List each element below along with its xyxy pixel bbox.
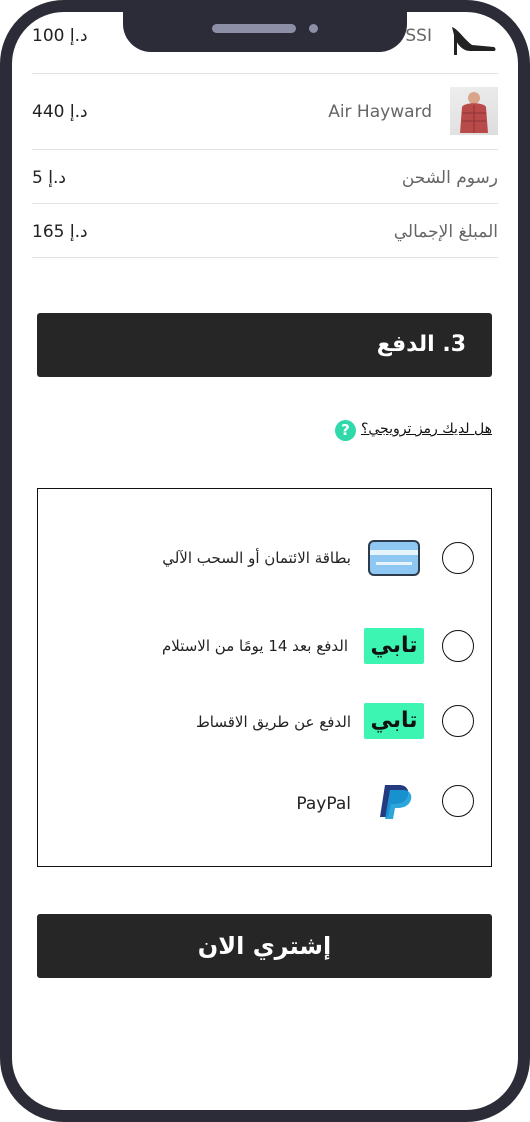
payment-section-title: 3. الدفع xyxy=(37,313,492,377)
item-name: Air Hayward xyxy=(328,102,432,122)
buy-now-button[interactable]: إشتري الان xyxy=(37,914,492,978)
tabby-logo: تابي xyxy=(364,628,424,664)
tabby-logo: تابي xyxy=(364,703,424,739)
high-heel-shoe-icon xyxy=(452,27,496,55)
credit-card-icon xyxy=(368,540,420,576)
order-item-row: 100 د.إ SSI xyxy=(32,15,498,74)
radio-tabby-pay-later[interactable] xyxy=(442,630,474,662)
item-price: 100 د.إ xyxy=(32,26,88,46)
help-icon[interactable]: ? xyxy=(335,420,356,441)
item-name: SSI xyxy=(405,26,432,46)
item-price: 440 د.إ xyxy=(32,102,88,122)
promo-code-link[interactable]: هل لديك رمز ترويجي؟ xyxy=(361,421,492,437)
jacket-thumbnail xyxy=(450,87,498,135)
total-row: 165 د.إ المبلغ الإجمالي xyxy=(32,203,498,258)
shipping-row: 5 د.إ رسوم الشحن xyxy=(32,149,498,204)
total-value: 165 د.إ xyxy=(32,222,88,242)
method-label-tabby-pay-later: الدفع بعد 14 يومًا من الاستلام xyxy=(161,637,348,655)
shipping-label: رسوم الشحن xyxy=(401,168,498,188)
total-label: المبلغ الإجمالي xyxy=(393,222,498,242)
radio-paypal[interactable] xyxy=(442,785,474,817)
payment-methods-box: بطاقة الائتمان أو السحب الآلي تابي الدفع… xyxy=(37,488,492,867)
method-label-credit-card: بطاقة الائتمان أو السحب الآلي xyxy=(162,549,351,567)
order-item-row: 440 د.إ Air Hayward xyxy=(32,73,498,150)
promo-code-row: هل لديك رمز ترويجي؟ ? xyxy=(335,420,492,442)
radio-tabby-installments[interactable] xyxy=(442,705,474,737)
shipping-value: 5 د.إ xyxy=(32,168,66,188)
method-label-paypal: PayPal xyxy=(296,794,351,814)
radio-credit-card[interactable] xyxy=(442,542,474,574)
paypal-icon xyxy=(380,785,412,819)
method-label-tabby-installments: الدفع عن طريق الاقساط xyxy=(195,713,351,731)
